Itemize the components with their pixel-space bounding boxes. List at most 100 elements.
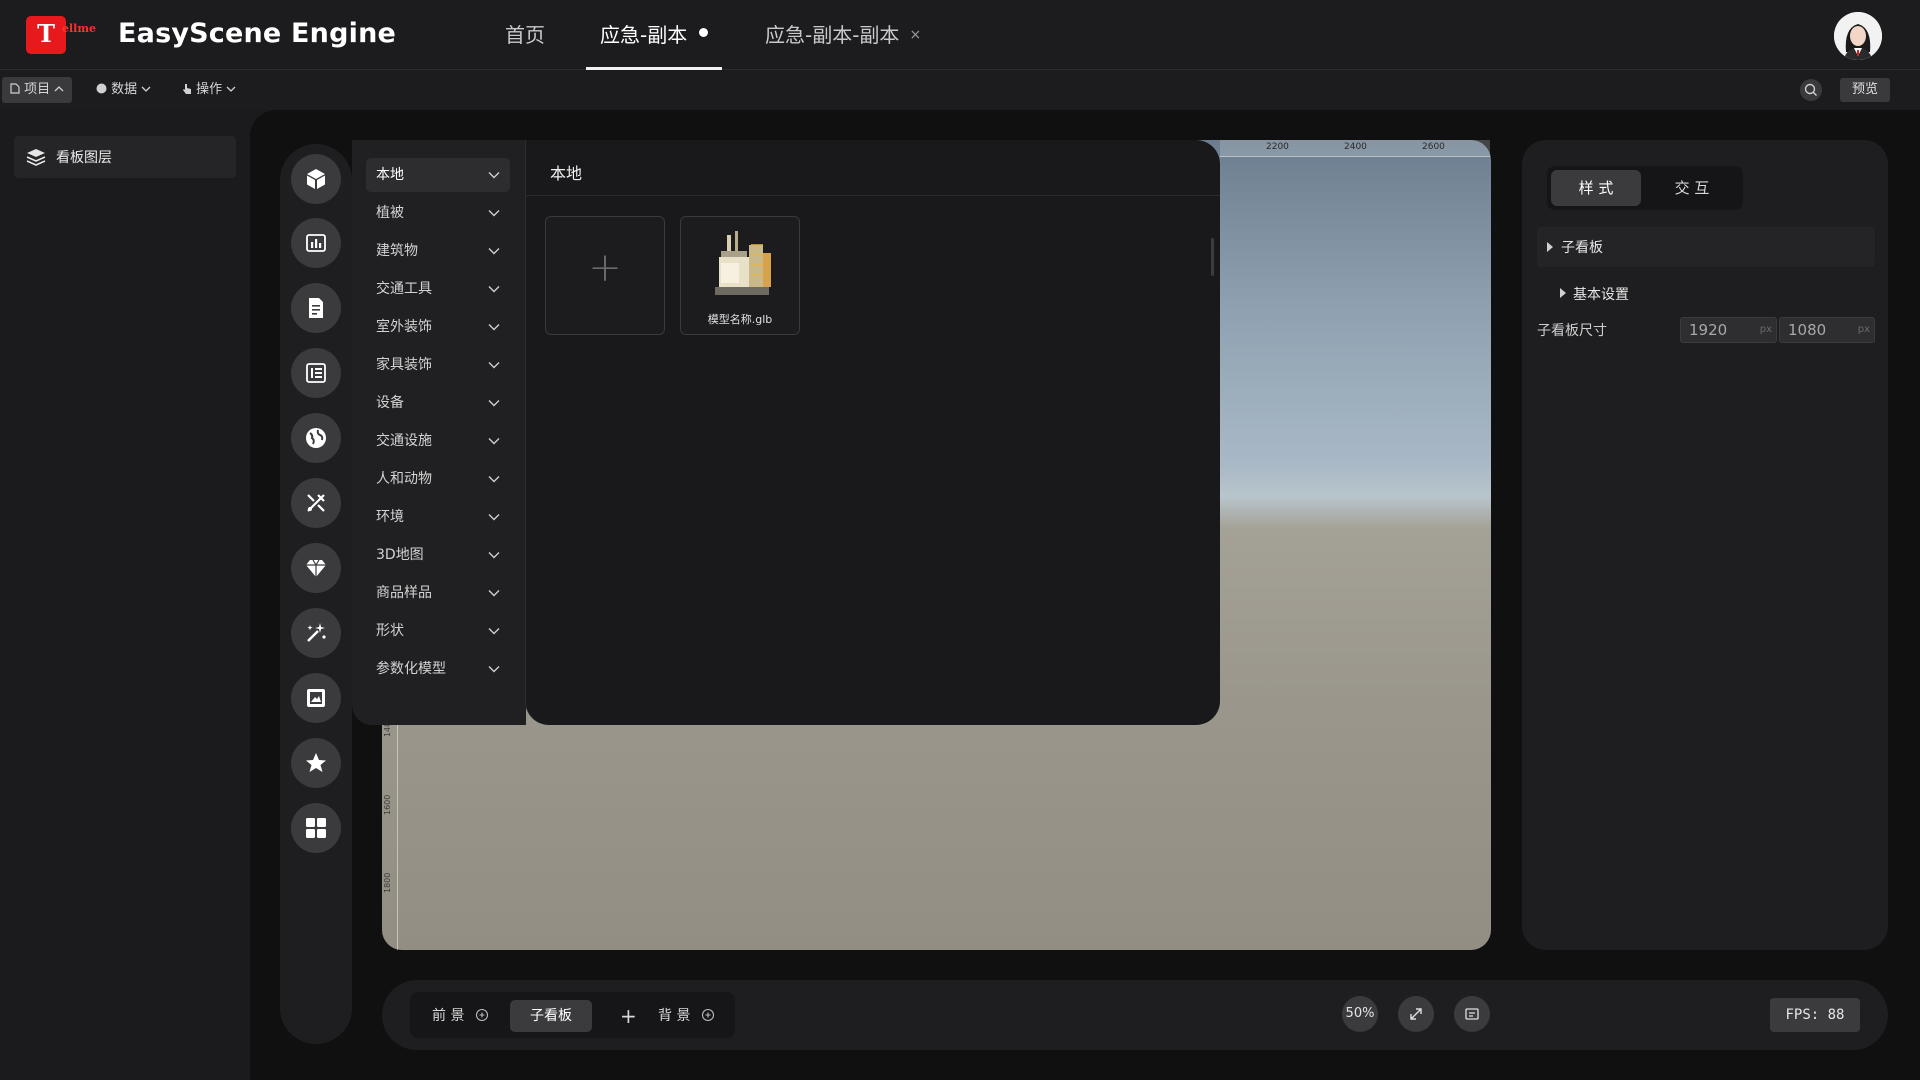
category-item[interactable]: 商品样品 bbox=[366, 576, 510, 610]
foreground-button[interactable]: 前 景 bbox=[432, 1000, 489, 1032]
category-item[interactable]: 设备 bbox=[366, 386, 510, 420]
caret-right-icon bbox=[1560, 288, 1566, 298]
preview-button[interactable]: 预览 bbox=[1840, 78, 1890, 102]
rail-button-tools[interactable] bbox=[291, 478, 341, 528]
fullscreen-button[interactable] bbox=[1398, 996, 1434, 1032]
menu-label: 数据 bbox=[111, 82, 138, 97]
close-icon[interactable]: × bbox=[909, 27, 921, 43]
tab-style[interactable]: 样 式 bbox=[1551, 170, 1641, 206]
category-item[interactable]: 交通设施 bbox=[366, 424, 510, 458]
search-button[interactable] bbox=[1800, 79, 1822, 101]
avatar-image bbox=[1834, 12, 1882, 60]
menu-project[interactable]: 项目 bbox=[2, 77, 73, 103]
user-avatar[interactable] bbox=[1834, 12, 1882, 60]
asset-name: 模型名称.glb bbox=[707, 313, 773, 326]
category-item[interactable]: 室外装饰 bbox=[366, 310, 510, 344]
rail-button-favorites[interactable] bbox=[291, 738, 341, 788]
screen-icon bbox=[1465, 1008, 1479, 1020]
sparkle-icon bbox=[307, 623, 326, 642]
menu-label: 操作 bbox=[196, 82, 223, 97]
star-icon bbox=[306, 753, 326, 772]
background-label: 背 景 bbox=[658, 1008, 691, 1024]
category-item[interactable]: 本地 bbox=[366, 158, 510, 192]
ruler-top: 2200 2400 2600 bbox=[1220, 140, 1490, 157]
layers-label: 看板图层 bbox=[56, 150, 112, 166]
category-item[interactable]: 建筑物 bbox=[366, 234, 510, 268]
fps-counter: FPS: 88 bbox=[1770, 998, 1860, 1032]
ruler-tick-label: 2200 bbox=[1266, 142, 1289, 152]
chevron-down-icon bbox=[488, 324, 500, 331]
section-basic-settings[interactable]: 基本设置 bbox=[1560, 282, 1760, 304]
category-item[interactable]: 家具装饰 bbox=[366, 348, 510, 382]
tab-label: 应急-副本 bbox=[600, 23, 688, 47]
board-width-input[interactable]: 1920 px bbox=[1680, 317, 1777, 343]
rail-button-effects[interactable] bbox=[291, 608, 341, 658]
data-icon bbox=[96, 83, 107, 94]
app-logo: T ellme bbox=[26, 16, 102, 54]
rail-button-charts[interactable] bbox=[291, 218, 341, 268]
child-board-button[interactable]: 子看板 bbox=[510, 1000, 592, 1032]
rail-button-images[interactable] bbox=[291, 673, 341, 723]
tree-list-icon bbox=[306, 363, 326, 383]
tool-rail bbox=[280, 144, 352, 1044]
menu-data[interactable]: 数据 bbox=[88, 77, 159, 103]
tab-interaction[interactable]: 交 互 bbox=[1647, 170, 1737, 206]
category-item[interactable]: 交通工具 bbox=[366, 272, 510, 306]
rail-button-globe[interactable] bbox=[291, 413, 341, 463]
category-item[interactable]: 环境 bbox=[366, 500, 510, 534]
category-item[interactable]: 参数化模型 bbox=[366, 652, 510, 686]
board-height-input[interactable]: 1080 px bbox=[1779, 317, 1875, 343]
chevron-down-icon bbox=[488, 172, 500, 179]
tab-emergency-copy[interactable]: 应急-副本 bbox=[586, 0, 723, 70]
add-circle-icon bbox=[475, 1008, 488, 1022]
category-label: 植被 bbox=[376, 205, 404, 221]
logo-mark: T bbox=[26, 16, 66, 54]
layers-icon bbox=[26, 149, 46, 166]
category-item[interactable]: 人和动物 bbox=[366, 462, 510, 496]
rail-button-components[interactable] bbox=[291, 803, 341, 853]
input-value: 1080 bbox=[1788, 321, 1827, 339]
add-circle-icon bbox=[701, 1008, 714, 1022]
layers-panel-item[interactable]: 看板图层 bbox=[14, 136, 236, 178]
image-frame-icon bbox=[307, 689, 325, 707]
zoom-level-button[interactable]: 50% bbox=[1342, 996, 1378, 1032]
foreground-label: 前 景 bbox=[432, 1008, 465, 1024]
chevron-down-icon bbox=[488, 514, 500, 521]
caret-right-icon bbox=[1547, 242, 1553, 252]
ruler-tick-label: 2600 bbox=[1422, 142, 1445, 152]
chevron-down-icon bbox=[488, 590, 500, 597]
input-unit: px bbox=[1857, 324, 1870, 335]
rail-button-tree[interactable] bbox=[291, 348, 341, 398]
category-label: 本地 bbox=[376, 167, 404, 183]
rail-button-materials[interactable] bbox=[291, 543, 341, 593]
rail-button-documents[interactable] bbox=[291, 283, 341, 333]
section-child-board[interactable]: 子看板 bbox=[1537, 227, 1875, 267]
plus-icon: + bbox=[588, 245, 622, 291]
asset-card[interactable]: 模型名称.glb bbox=[680, 216, 800, 335]
menu-operate[interactable]: 操作 bbox=[174, 77, 244, 103]
category-item[interactable]: 植被 bbox=[366, 196, 510, 230]
tab-emergency-copy-copy[interactable]: 应急-副本-副本 × bbox=[765, 0, 921, 70]
bar-chart-icon bbox=[306, 234, 326, 252]
board-size-label: 子看板尺寸 bbox=[1537, 323, 1607, 339]
rail-button-models[interactable] bbox=[291, 154, 341, 204]
category-label: 室外装饰 bbox=[376, 319, 432, 335]
category-label: 人和动物 bbox=[376, 471, 432, 487]
tab-home[interactable]: 首页 bbox=[505, 0, 545, 70]
asset-scrollbar[interactable] bbox=[1211, 238, 1214, 276]
category-item[interactable]: 3D地图 bbox=[366, 538, 510, 572]
chevron-down-icon bbox=[488, 476, 500, 483]
background-button[interactable]: 背 景 bbox=[658, 1000, 715, 1032]
cube-icon bbox=[307, 169, 325, 189]
category-item[interactable]: 形状 bbox=[366, 614, 510, 648]
chevron-down-icon bbox=[488, 400, 500, 407]
menu-label: 项目 bbox=[24, 82, 51, 97]
ruler-tick-label: 1600 bbox=[383, 794, 392, 815]
input-unit: px bbox=[1759, 324, 1772, 335]
chevron-down-icon bbox=[141, 86, 151, 92]
category-label: 交通设施 bbox=[376, 433, 432, 449]
add-layer-button[interactable]: + bbox=[620, 1000, 637, 1032]
screen-mode-button[interactable] bbox=[1454, 996, 1490, 1032]
app-title: EasyScene Engine bbox=[118, 18, 397, 49]
add-asset-button[interactable]: + bbox=[545, 216, 665, 335]
